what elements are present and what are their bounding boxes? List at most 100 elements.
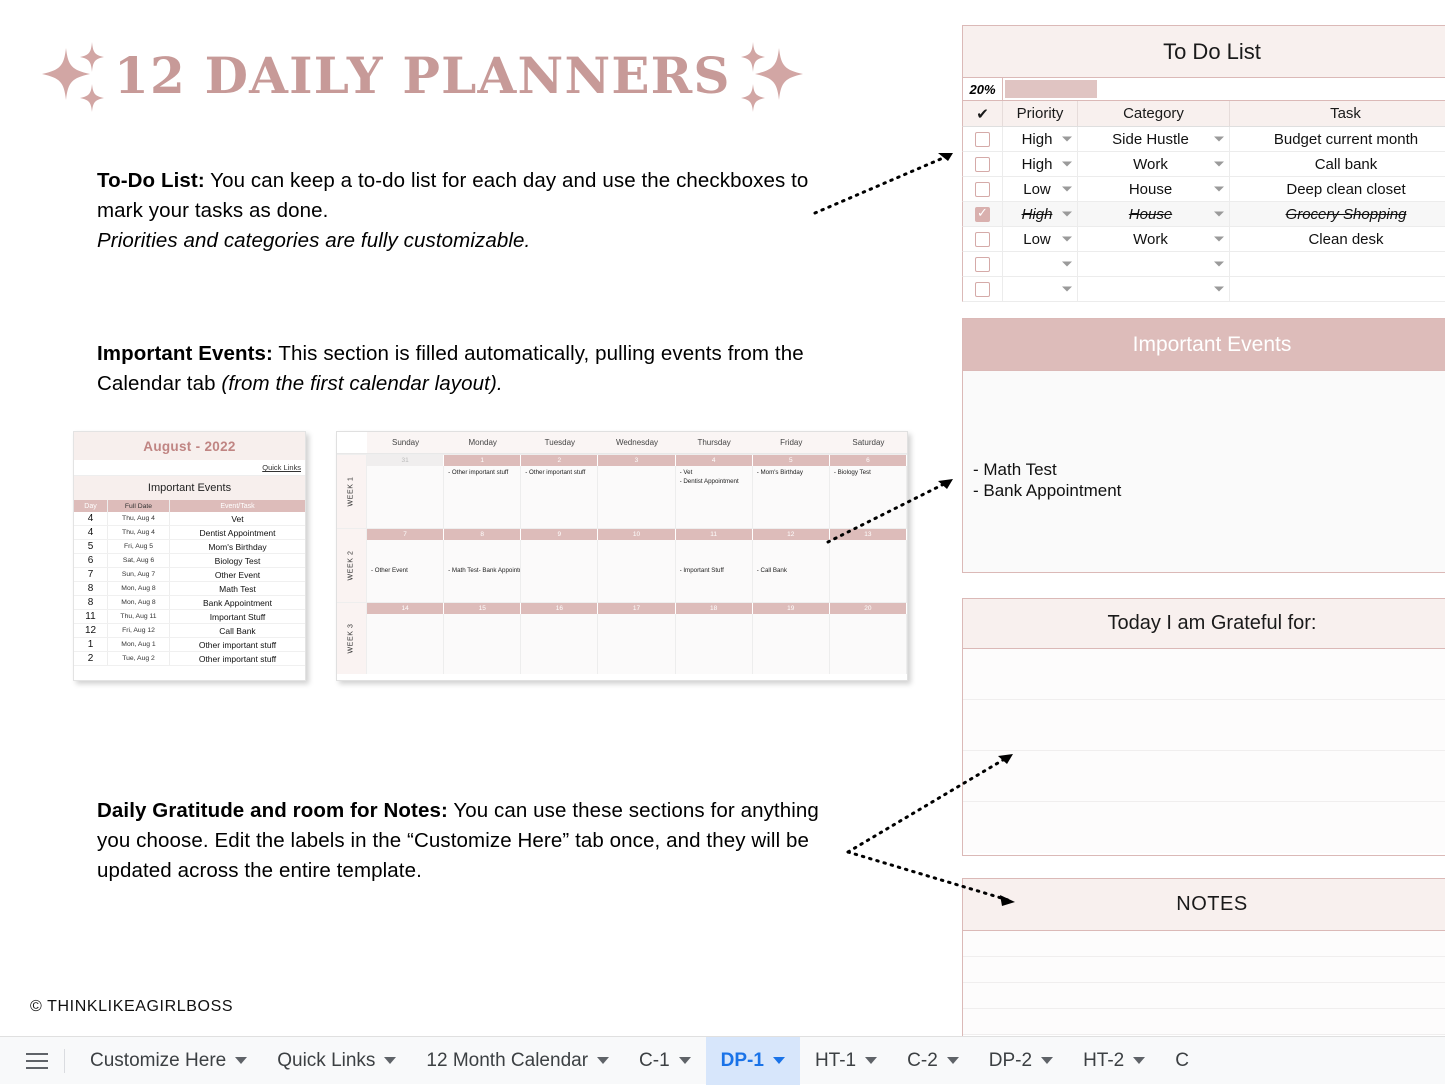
tab-c[interactable]: C xyxy=(1160,1037,1189,1085)
chevron-down-icon[interactable] xyxy=(1133,1057,1146,1064)
tab-12-month-calendar[interactable]: 12 Month Calendar xyxy=(411,1037,624,1085)
todo-cell-check[interactable] xyxy=(963,127,1003,151)
calendar-day-cell[interactable]: - Mom's Birthday xyxy=(752,466,830,528)
gratitude-line[interactable] xyxy=(963,649,1445,700)
todo-cell-priority[interactable]: Low xyxy=(1003,227,1078,251)
calendar-day-cell[interactable] xyxy=(521,614,599,674)
todo-cell-check[interactable] xyxy=(963,202,1003,226)
chevron-down-icon[interactable] xyxy=(1214,136,1224,142)
todo-cell-category[interactable]: Work xyxy=(1078,152,1230,176)
todo-cell-category[interactable]: Work xyxy=(1078,227,1230,251)
calendar-day-cell[interactable]: - Vet - Dentist Appointment xyxy=(675,466,753,528)
calendar-day-cell[interactable] xyxy=(598,540,676,602)
todo-cell-task[interactable]: Deep clean closet xyxy=(1230,177,1445,201)
calendar-day-cell[interactable] xyxy=(444,614,522,674)
todo-cell-priority[interactable]: High xyxy=(1003,152,1078,176)
todo-cell-check[interactable] xyxy=(963,227,1003,251)
chevron-down-icon[interactable] xyxy=(1214,261,1224,267)
notes-lines[interactable] xyxy=(963,931,1445,1035)
todo-cell-priority[interactable]: High xyxy=(1003,127,1078,151)
gratitude-line[interactable] xyxy=(963,751,1445,802)
todo-cell-priority[interactable]: Low xyxy=(1003,177,1078,201)
todo-checkbox[interactable] xyxy=(975,256,990,272)
tab-c-1[interactable]: C-1 xyxy=(624,1037,706,1085)
gratitude-line[interactable] xyxy=(963,700,1445,751)
todo-cell-priority[interactable] xyxy=(1003,252,1078,276)
chevron-down-icon[interactable] xyxy=(772,1057,785,1064)
todo-checkbox[interactable] xyxy=(975,205,990,222)
todo-cell-task[interactable] xyxy=(1230,252,1445,276)
tab-dp-2[interactable]: DP-2 xyxy=(974,1037,1068,1085)
chevron-down-icon[interactable] xyxy=(1062,186,1072,192)
todo-cell-category[interactable]: Side Hustle xyxy=(1078,127,1230,151)
chevron-down-icon[interactable] xyxy=(1214,211,1224,217)
chevron-down-icon[interactable] xyxy=(678,1057,691,1064)
todo-cell-check[interactable] xyxy=(963,152,1003,176)
todo-checkbox[interactable] xyxy=(975,281,990,297)
notes-line[interactable] xyxy=(963,957,1445,983)
tab-quick-links[interactable]: Quick Links xyxy=(262,1037,411,1085)
notes-line[interactable] xyxy=(963,1009,1445,1035)
chevron-down-icon[interactable] xyxy=(1062,211,1072,217)
tab-customize-here[interactable]: Customize Here xyxy=(75,1037,262,1085)
calendar-day-cell[interactable] xyxy=(598,614,676,674)
todo-checkbox[interactable] xyxy=(975,231,990,247)
calendar-day-cell[interactable]: - Other Event xyxy=(367,540,445,602)
gratitude-lines[interactable] xyxy=(963,649,1445,855)
calendar-day-cell[interactable] xyxy=(598,466,676,528)
todo-cell-task[interactable]: Budget current month xyxy=(1230,127,1445,151)
notes-line[interactable] xyxy=(963,983,1445,1009)
calendar-day-cell[interactable] xyxy=(675,614,753,674)
todo-checkbox[interactable] xyxy=(975,156,990,172)
calendar-day-cell[interactable] xyxy=(521,540,599,602)
calendar-day-cell[interactable]: - Biology Test xyxy=(829,466,907,528)
chevron-down-icon[interactable] xyxy=(1214,186,1224,192)
chevron-down-icon[interactable] xyxy=(946,1057,959,1064)
chevron-down-icon[interactable] xyxy=(865,1057,878,1064)
chevron-down-icon[interactable] xyxy=(1062,286,1072,292)
chevron-down-icon[interactable] xyxy=(1041,1057,1054,1064)
todo-checkbox[interactable] xyxy=(975,131,990,147)
calendar-day-cell[interactable]: - Math Test- Bank Appointment xyxy=(444,540,522,602)
todo-cell-check[interactable] xyxy=(963,252,1003,276)
todo-cell-category[interactable] xyxy=(1078,252,1230,276)
todo-cell-check[interactable] xyxy=(963,177,1003,201)
calendar-day-cell[interactable] xyxy=(829,614,907,674)
calendar-day-cell[interactable]: - Important Stuff xyxy=(675,540,753,602)
calendar-day-cell[interactable] xyxy=(367,614,445,674)
chevron-down-icon[interactable] xyxy=(1062,261,1072,267)
todo-checkbox[interactable] xyxy=(975,181,990,197)
chevron-down-icon[interactable] xyxy=(1062,161,1072,167)
tab-ht-1[interactable]: HT-1 xyxy=(800,1037,892,1085)
tab-c-2[interactable]: C-2 xyxy=(892,1037,974,1085)
todo-cell-check[interactable] xyxy=(963,277,1003,301)
calendar-day-cell[interactable] xyxy=(829,540,907,602)
chevron-down-icon[interactable] xyxy=(597,1057,610,1064)
calendar-day-cell[interactable] xyxy=(367,466,445,528)
todo-cell-priority[interactable] xyxy=(1003,277,1078,301)
todo-cell-category[interactable]: House xyxy=(1078,202,1230,226)
chevron-down-icon[interactable] xyxy=(235,1057,248,1064)
todo-cell-task[interactable] xyxy=(1230,277,1445,301)
hamburger-menu-icon[interactable] xyxy=(26,1052,48,1069)
chevron-down-icon[interactable] xyxy=(1062,236,1072,242)
notes-line[interactable] xyxy=(963,931,1445,957)
todo-cell-category[interactable] xyxy=(1078,277,1230,301)
calendar-day-cell[interactable]: - Other important stuff xyxy=(444,466,522,528)
calendar-day-cell[interactable]: - Call Bank xyxy=(752,540,830,602)
chevron-down-icon[interactable] xyxy=(1214,236,1224,242)
todo-cell-task[interactable]: Call bank xyxy=(1230,152,1445,176)
todo-cell-task[interactable]: Clean desk xyxy=(1230,227,1445,251)
todo-cell-task[interactable]: Grocery Shopping xyxy=(1230,202,1445,226)
calendar-day-cell[interactable] xyxy=(752,614,830,674)
tab-ht-2[interactable]: HT-2 xyxy=(1068,1037,1160,1085)
todo-cell-category[interactable]: House xyxy=(1078,177,1230,201)
chevron-down-icon[interactable] xyxy=(1214,161,1224,167)
chevron-down-icon[interactable] xyxy=(384,1057,397,1064)
gratitude-line[interactable] xyxy=(963,802,1445,853)
tab-dp-1[interactable]: DP-1 xyxy=(705,1036,800,1085)
calendar-day-cell[interactable]: - Other important stuff xyxy=(521,466,599,528)
chevron-down-icon[interactable] xyxy=(1214,286,1224,292)
chevron-down-icon[interactable] xyxy=(1062,136,1072,142)
todo-cell-priority[interactable]: High xyxy=(1003,202,1078,226)
